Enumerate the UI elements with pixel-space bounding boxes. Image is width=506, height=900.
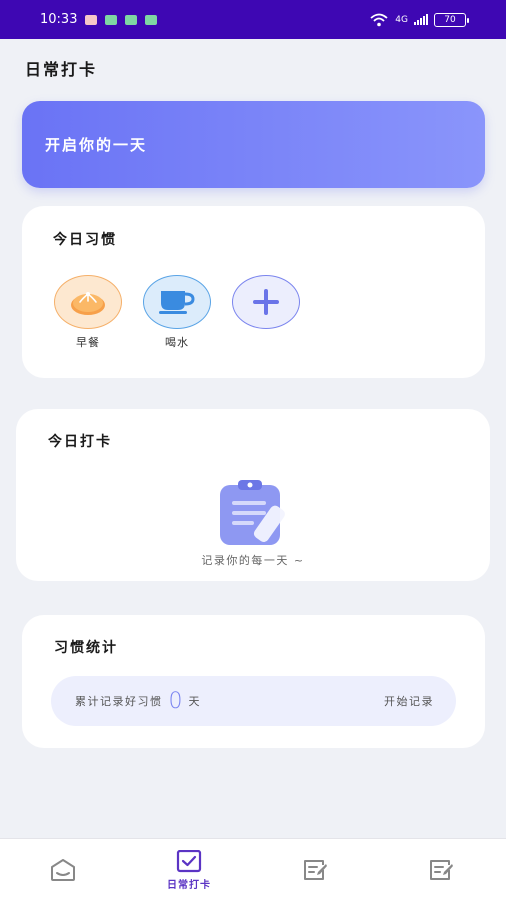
- tab-notes[interactable]: [252, 839, 378, 900]
- battery-icon: 70: [434, 12, 469, 27]
- stats-unit: 天: [188, 695, 201, 708]
- habit-circle[interactable]: [143, 275, 211, 329]
- status-time: 10:33: [40, 12, 78, 27]
- stats-bar: 累计记录好习惯 0 天 开始记录: [51, 676, 456, 726]
- message-icon: [125, 14, 138, 25]
- status-bar: 10:33 4G 70: [0, 0, 506, 39]
- checkbox-icon: [176, 849, 202, 872]
- network-type: 4G: [395, 14, 408, 25]
- habit-stats-card: 习惯统计 累计记录好习惯 0 天 开始记录: [22, 615, 485, 748]
- page-title: 日常打卡: [25, 60, 98, 79]
- start-day-banner[interactable]: 开启你的一天: [22, 101, 485, 188]
- habit-label: 喝水: [165, 336, 189, 349]
- habit-label: 早餐: [76, 336, 100, 349]
- wifi-icon: [370, 13, 388, 26]
- tab-label: 日常打卡: [167, 879, 211, 891]
- habits-title: 今日习惯: [53, 232, 117, 248]
- clipboard-icon: [220, 480, 285, 545]
- status-right: 4G 70: [369, 12, 469, 27]
- signal-icon: [414, 14, 428, 25]
- plus-icon: [253, 289, 279, 315]
- notes-icon: [304, 860, 327, 880]
- bun-icon: [71, 292, 105, 315]
- banner-text: 开启你的一天: [45, 136, 148, 154]
- habit-water[interactable]: 喝水: [143, 275, 211, 350]
- message-icon: [145, 14, 158, 25]
- stats-title: 习惯统计: [54, 640, 118, 656]
- stats-prefix: 累计记录好习惯: [75, 695, 163, 708]
- stats-count: 0: [168, 688, 183, 714]
- battery-level: 70: [444, 14, 456, 25]
- home-icon: [51, 859, 75, 881]
- message-icon: [105, 14, 118, 25]
- notification-icon: [85, 14, 98, 25]
- tab-home[interactable]: [0, 839, 126, 900]
- start-record-button[interactable]: 开始记录: [384, 693, 434, 709]
- tab-records[interactable]: [378, 839, 504, 900]
- habit-circle[interactable]: [54, 275, 122, 329]
- add-habit-button[interactable]: [232, 275, 300, 329]
- bottom-tab-bar: 日常打卡: [0, 838, 506, 900]
- tab-daily-checkin[interactable]: 日常打卡: [126, 839, 252, 900]
- today-checkin-card: 今日打卡 记录你的每一天 ~: [16, 409, 490, 581]
- notes-icon: [430, 860, 453, 880]
- habit-breakfast[interactable]: 早餐: [54, 275, 122, 350]
- habit-circle[interactable]: [232, 275, 300, 329]
- cup-icon: [159, 291, 195, 314]
- status-left: 10:33: [40, 12, 158, 27]
- today-habits-card: 今日习惯 早餐 喝水: [22, 206, 485, 378]
- checkin-title: 今日打卡: [48, 434, 112, 450]
- empty-state-text: 记录你的每一天 ~: [201, 554, 305, 567]
